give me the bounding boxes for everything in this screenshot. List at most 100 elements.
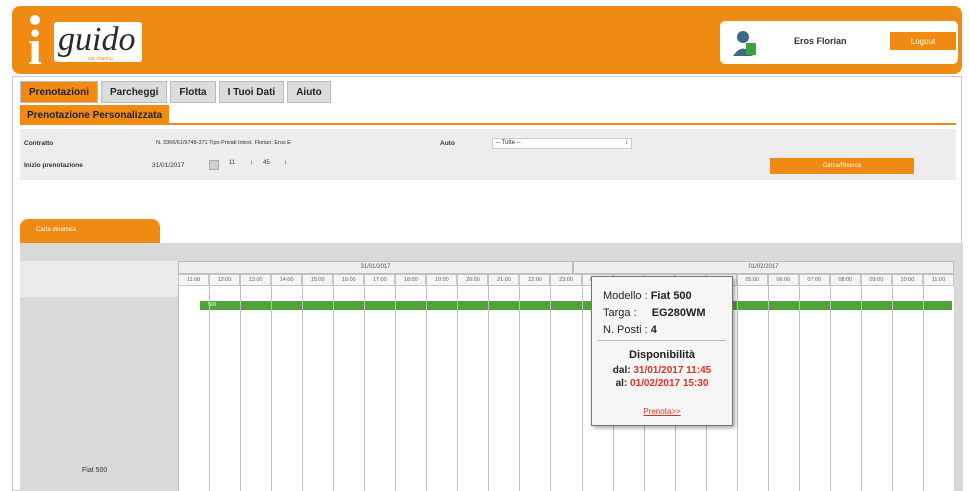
iguido-logo[interactable]: i guido car sharing (26, 14, 144, 72)
hour-gridline (767, 286, 769, 491)
hour-cell: 07:00 (798, 274, 830, 286)
tooltip-dal-label: dal: (612, 365, 631, 376)
view-tab-dynamic[interactable]: Carta dinamica (20, 219, 160, 243)
tooltip-posti-label: N. Posti : (603, 324, 648, 336)
tooltip-dal-value: 31/01/2017 11:45 (633, 365, 712, 376)
tab-flotta[interactable]: Flotta (170, 81, 216, 103)
tab-aiuto[interactable]: Aiuto (287, 81, 331, 103)
hour-cell: 08:00 (829, 274, 861, 286)
inizio-label: Inizio prenotazione (24, 162, 83, 169)
gantt-corner (20, 261, 178, 297)
tooltip-al: al: 01/02/2017 15:30 (592, 378, 732, 389)
user-name: Eros Florian (794, 36, 847, 46)
app-header: i guido car sharing Eros Florian Logout (12, 6, 962, 74)
select-arrow-icon: ↕ (625, 140, 628, 146)
logo-box: guido car sharing (54, 22, 142, 62)
hour-gridline (860, 286, 862, 491)
tooltip-al-value: 01/02/2017 15:30 (630, 378, 709, 389)
hour-cell: 10:00 (891, 274, 923, 286)
tooltip-posti-value: 4 (650, 324, 657, 336)
tooltip-targa-value: EG280WM (651, 307, 706, 319)
hour-cell: 20:00 (457, 274, 489, 286)
auto-select-value: -- Tutte -- (496, 140, 521, 146)
tooltip-posti: N. Posti : 4 (603, 324, 657, 336)
hour-cell: 06:00 (767, 274, 799, 286)
subtab-prenotazione-personalizzata[interactable]: Prenotazione Personalizzata (20, 105, 170, 125)
vehicle-column: Fiat 500 (20, 297, 178, 491)
hour-cell: 16:00 (333, 274, 365, 286)
availability-bar[interactable] (200, 301, 952, 310)
search-button[interactable]: Cerca/Ricerca (770, 158, 914, 174)
hour-cell: 11:00 (178, 274, 210, 286)
hour-gridline (271, 286, 273, 491)
hour-cell: 18:00 (395, 274, 427, 286)
hour-gridline (209, 286, 211, 491)
hour-cell: 21:00 (488, 274, 520, 286)
select-arrow-icon: ↕ (284, 160, 287, 166)
hour-cell: 23:00 (550, 274, 582, 286)
logout-button[interactable]: Logout (890, 32, 956, 50)
tab-i-tuoi-dati[interactable]: I Tuoi Dati (218, 81, 285, 103)
prenota-link[interactable]: Prenota>> (592, 407, 732, 416)
hour-select[interactable]: 11 ↕ (226, 159, 256, 170)
main-panel: Prenotazioni Parcheggi Flotta I Tuoi Dat… (12, 76, 963, 491)
minute-select[interactable]: 45 ↕ (260, 159, 290, 170)
tooltip-modello: Modello : Fiat 500 (603, 290, 692, 302)
main-tabs: Prenotazioni Parcheggi Flotta I Tuoi Dat… (20, 81, 331, 103)
hour-value: 11 (229, 160, 236, 166)
hour-gridline (488, 286, 490, 491)
hour-gridline (519, 286, 521, 491)
hour-gridline (395, 286, 397, 491)
hour-cell: 19:00 (426, 274, 458, 286)
hour-gridline (736, 286, 738, 491)
hour-cell: 15:00 (302, 274, 334, 286)
hour-gridline (240, 286, 242, 491)
hour-gridline (178, 286, 179, 491)
user-avatar-icon (733, 31, 756, 56)
user-panel: Eros Florian Logout (720, 21, 958, 64)
hour-cell: 22:00 (519, 274, 551, 286)
calendar-icon[interactable] (209, 160, 219, 170)
contratto-value[interactable]: N. 3366/61/9748-371 Tipo Privati Intest.… (156, 140, 291, 146)
hour-cell: 13:00 (240, 274, 272, 286)
vehicle-tooltip: Modello : Fiat 500 Targa : EG280WM N. Po… (591, 276, 733, 426)
vehicle-label: Fiat 500 (82, 467, 108, 474)
tooltip-modello-label: Modello : (603, 290, 648, 302)
booking-form: Contratto N. 3366/61/9748-371 Tipo Priva… (20, 129, 956, 180)
date-input[interactable]: 31/01/2017 (152, 162, 185, 169)
hour-cell: 09:00 (860, 274, 892, 286)
hour-gridline (922, 286, 924, 491)
hour-gridline (333, 286, 335, 491)
logo-letter: i (28, 19, 42, 75)
select-arrow-icon: ↕ (250, 160, 253, 166)
contratto-label: Contratto (24, 140, 54, 147)
hour-gridline (891, 286, 893, 491)
hour-gridline (426, 286, 428, 491)
tooltip-targa-label: Targa : (603, 307, 637, 319)
subtab-bar: Prenotazione Personalizzata (20, 105, 956, 125)
tooltip-modello-value: Fiat 500 (650, 290, 692, 302)
day-header: 31/01/2017 (178, 261, 573, 274)
hour-gridline (581, 286, 583, 491)
availability-gantt: Fiat 500 31/01/2017 01/02/2017 500 11:00… (20, 243, 963, 491)
auto-label: Auto (440, 140, 455, 147)
timeline: 31/01/2017 01/02/2017 500 11:00 12:00 13:0… (178, 261, 954, 491)
logo-subtext: car sharing (88, 56, 113, 62)
hour-cell: 12:00 (209, 274, 241, 286)
minute-value: 45 (263, 160, 270, 166)
day-header: 01/02/2017 (573, 261, 954, 274)
hour-gridline (457, 286, 459, 491)
tab-parcheggi[interactable]: Parcheggi (101, 81, 168, 103)
auto-select[interactable]: -- Tutte -- ↕ (492, 138, 632, 149)
hour-cell: 11:00 (922, 274, 954, 286)
logo-text: guido (58, 21, 136, 58)
tooltip-divider (598, 340, 726, 341)
hour-gridline (364, 286, 366, 491)
hour-cell: 14:00 (271, 274, 303, 286)
hour-gridline (798, 286, 800, 491)
hour-cell: 17:00 (364, 274, 396, 286)
tab-prenotazioni[interactable]: Prenotazioni (20, 81, 99, 103)
hour-gridline (829, 286, 831, 491)
hour-gridline (302, 286, 304, 491)
tooltip-availability-title: Disponibilità (629, 349, 695, 361)
